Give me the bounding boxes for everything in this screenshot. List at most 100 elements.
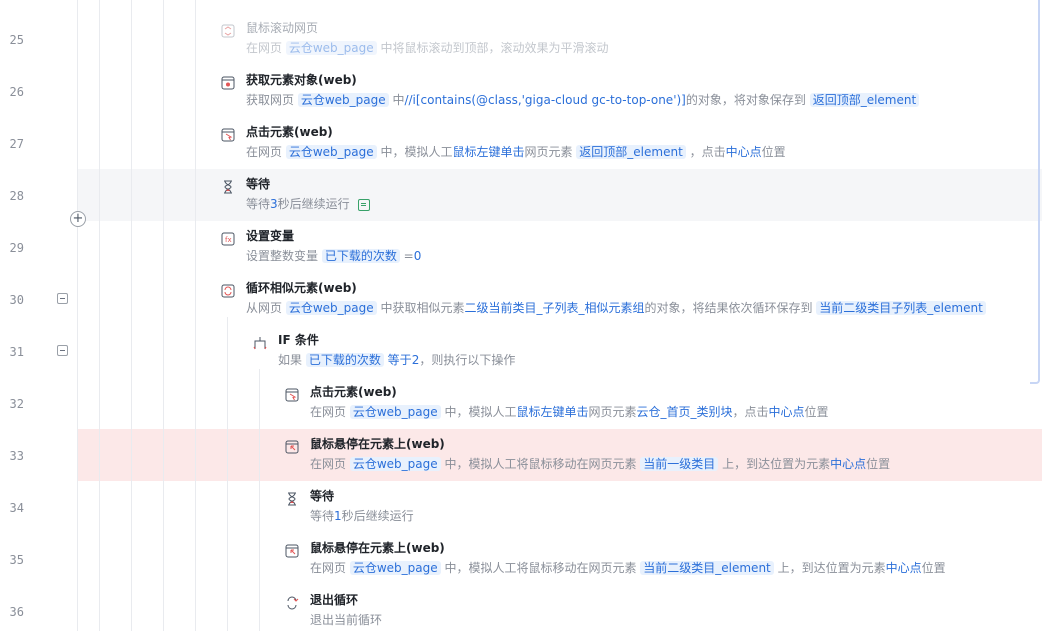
desc-text: = (399, 249, 414, 263)
step-title: 设置变量 (246, 229, 295, 243)
desc-text: ，滚动效果为 (488, 41, 561, 55)
click-element-icon (221, 128, 235, 142)
step-title: 获取元素对象(web) (246, 73, 357, 87)
desc-text: 从网页 (246, 301, 286, 315)
param-value: 鼠标左键单击 (516, 405, 589, 419)
param-value: //i[contains(@class,'giga-cloud gc-to-to… (404, 93, 686, 107)
line-number: 27 (9, 137, 24, 151)
tree-guide-line (131, 0, 132, 631)
desc-text: 位置 (804, 405, 829, 419)
desc-text: 在网页 (246, 41, 286, 55)
right-panel-edge (1030, 0, 1040, 384)
tree-guide-line (99, 0, 100, 631)
step-title: 退出循环 (310, 593, 359, 607)
param-value: 中心点 (768, 405, 805, 419)
desc-text: 等待 (310, 509, 335, 523)
variable-tag: 云仓web_page (285, 145, 377, 159)
step-description: 在网页 云仓web_page 中，模拟人工鼠标左键单击网页元素 返回顶部_ele… (246, 144, 786, 161)
note-icon[interactable] (357, 198, 370, 211)
collapse-loop-toggle[interactable] (57, 293, 68, 304)
hover-icon (285, 544, 299, 558)
variable-tag: 云仓web_page (297, 93, 389, 107)
step-title: 鼠标悬停在元素上(web) (310, 541, 445, 555)
variable-tag: 云仓web_page (349, 457, 441, 471)
variable-icon: fx (221, 232, 235, 246)
step-description: 如果 已下载的次数 等于2，则执行以下操作 (278, 352, 515, 369)
variable-tag: 当前二级类目子列表_element (816, 301, 986, 315)
param-value: 0 (413, 249, 422, 263)
line-number: 26 (9, 85, 24, 99)
line-number: 33 (9, 449, 24, 463)
click-element-icon (285, 388, 299, 402)
desc-text: 中 (388, 93, 405, 107)
step-description: 退出当前循环 (310, 612, 382, 629)
desc-text: 如果 (278, 353, 306, 367)
param-value: 中心点 (885, 561, 922, 575)
scroll-icon (221, 24, 235, 38)
desc-text: 位置 (761, 145, 786, 159)
desc-text: ，点击 (685, 145, 726, 159)
desc-text: 设置整数变量 (246, 249, 322, 263)
variable-tag: 云仓web_page (349, 561, 441, 575)
step-title: 等待 (310, 489, 335, 503)
desc-text: 网页元素 (524, 145, 577, 159)
line-number: 30 (9, 293, 24, 307)
param-value: 鼠标左键单击 (452, 145, 525, 159)
desc-text: 的对象，将结果依次循环保存到 (644, 301, 817, 315)
step-description: 等待3秒后继续运行 (246, 196, 370, 213)
param-value: 等于 (387, 353, 412, 367)
hover-icon (285, 440, 299, 454)
step-title: 鼠标悬停在元素上(web) (310, 437, 445, 451)
param-value: 平滑滚动 (560, 41, 609, 55)
variable-tag: 云仓web_page (285, 41, 377, 55)
desc-text: 中将鼠标 (376, 41, 429, 55)
desc-text: ，点击 (732, 405, 769, 419)
desc-text: 网页元素 (588, 405, 637, 419)
desc-text: 在网页 (310, 405, 350, 419)
step-title: 点击元素(web) (310, 385, 397, 399)
desc-text: 获取网页 (246, 93, 298, 107)
desc-text: 位置 (921, 561, 946, 575)
variable-tag: 返回顶部_element (576, 145, 686, 159)
line-number: 32 (9, 397, 24, 411)
line-number: 29 (9, 241, 24, 255)
variable-tag: 返回顶部_element (809, 93, 920, 107)
step-title: IF 条件 (278, 333, 319, 347)
variable-tag: 云仓web_page (349, 405, 441, 419)
step-description: 设置整数变量 已下载的次数 =0 (246, 248, 421, 265)
param-value: 1 (334, 509, 342, 523)
variable-tag: 已下载的次数 (321, 249, 400, 263)
desc-text: 在网页 (246, 145, 286, 159)
line-number: 35 (9, 553, 24, 567)
desc-text: 位置 (866, 457, 891, 471)
step-description: 获取网页 云仓web_page 中//i[contains(@class,'gi… (246, 92, 920, 109)
hourglass-icon (288, 492, 296, 506)
desc-text: 秒后继续运行 (341, 509, 414, 523)
line-number: 28 (9, 189, 24, 203)
step-title: 循环相似元素(web) (246, 281, 357, 295)
param-value: 二级当前类目_子列表_相似元素组 (464, 301, 645, 315)
loop-icon (221, 284, 235, 298)
gutter-divider (77, 0, 78, 631)
svg-text:fx: fx (225, 236, 232, 244)
desc-text: 中，模拟人工将鼠标移动在网页元素 (440, 561, 641, 575)
desc-text: 秒后继续运行 (277, 197, 350, 211)
row-highlight-hover (77, 169, 1042, 221)
loop-guide-line (227, 317, 228, 631)
desc-text: 在网页 (310, 457, 350, 471)
variable-tag: 当前二级类目_element (640, 561, 774, 575)
desc-text: 中，模拟人工 (376, 145, 453, 159)
collapse-if-toggle[interactable] (57, 345, 68, 356)
add-step-button[interactable]: + (70, 211, 86, 227)
param-value: 中心点 (830, 457, 867, 471)
desc-text: 的对象，将对象保存到 (685, 93, 810, 107)
line-number: 25 (9, 33, 24, 47)
desc-text: 中，模拟人工将鼠标移动在网页元素 (440, 457, 641, 471)
desc-text: 等待 (246, 197, 271, 211)
hourglass-icon (224, 180, 232, 194)
step-description: 在网页 云仓web_page 中，模拟人工鼠标左键单击网页元素云仓_首页_类别块… (310, 404, 829, 421)
param-value: 云仓_首页_类别块 (636, 405, 733, 419)
variable-tag: 云仓web_page (285, 301, 377, 315)
step-description: 在网页 云仓web_page 中，模拟人工将鼠标移动在网页元素 当前二级类目_e… (310, 560, 946, 577)
line-number: 34 (9, 501, 24, 515)
